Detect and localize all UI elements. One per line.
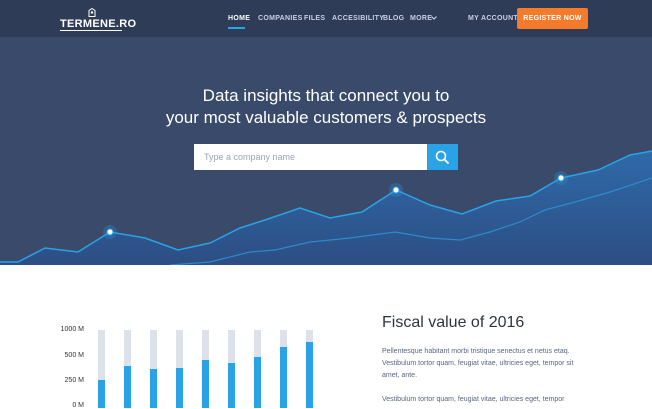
company-search-input[interactable] (194, 144, 427, 170)
brand-underline (60, 30, 122, 31)
bar-track (150, 330, 157, 408)
fiscal-bar-chart: 1000 M 500 M 250 M 0 M (56, 322, 330, 409)
bar (228, 363, 235, 408)
bar-track (306, 330, 313, 408)
hero-background-chart (0, 150, 652, 265)
bar-track (124, 330, 131, 408)
fiscal-paragraph-1: Pellentesque habitant morbi tristique se… (382, 348, 574, 379)
hero-headline-line-2: your most valuable customers & prospects (165, 108, 487, 127)
bar (98, 380, 105, 408)
highlight-point (389, 183, 403, 197)
nav-home[interactable]: HOME (228, 14, 250, 23)
bar-track (228, 330, 235, 408)
y-axis-tick: 0 M (72, 402, 84, 409)
top-navigation-bar: TERMENE.RO HOME COMPANIES FILES ACCESIBI… (0, 0, 652, 37)
fiscal-section-title: Fiscal value of 2016 (382, 314, 525, 331)
chevron-down-icon[interactable] (430, 14, 438, 22)
bar-track (280, 330, 287, 408)
bar (150, 369, 157, 408)
fiscal-paragraph-2: Vestibulum tortor quam, feugiat vitae, u… (382, 396, 565, 403)
nav-accesibility[interactable]: ACCESIBILITY (332, 14, 384, 23)
nav-active-indicator (228, 27, 245, 29)
y-axis-tick: 1000 M (60, 326, 84, 333)
bar (254, 357, 261, 408)
nav-companies[interactable]: COMPANIES (258, 14, 303, 23)
my-account-link[interactable]: MY ACCOUNT (468, 14, 518, 23)
bar (176, 368, 183, 408)
hero-headline: Data insights that connect you to your m… (120, 85, 532, 129)
bar (306, 342, 313, 408)
brand-name: TERMENE.RO (60, 18, 137, 30)
bar-track (254, 330, 261, 408)
nav-files[interactable]: FILES (304, 14, 325, 23)
hero-section: TERMENE.RO HOME COMPANIES FILES ACCESIBI… (0, 0, 652, 265)
search-button[interactable] (427, 144, 458, 170)
nav-more[interactable]: MORE (410, 14, 432, 23)
bar-track (202, 330, 209, 408)
bar-track (98, 330, 105, 408)
register-now-button[interactable]: REGISTER NOW (517, 8, 588, 29)
bar (202, 360, 209, 408)
nav-blog[interactable]: BLOG (383, 14, 404, 23)
search-icon (435, 150, 449, 164)
y-axis-tick: 250 M (64, 377, 84, 384)
bar-track (176, 330, 183, 408)
y-axis-tick: 500 M (64, 352, 84, 359)
hero-headline-line-1: Data insights that connect you to (202, 86, 450, 105)
highlight-point (554, 171, 568, 185)
brand-logo[interactable]: TERMENE.RO (60, 8, 136, 31)
brand-logo-icon (88, 8, 96, 17)
bar (124, 366, 131, 408)
bar (280, 347, 287, 408)
highlight-point (103, 225, 117, 239)
